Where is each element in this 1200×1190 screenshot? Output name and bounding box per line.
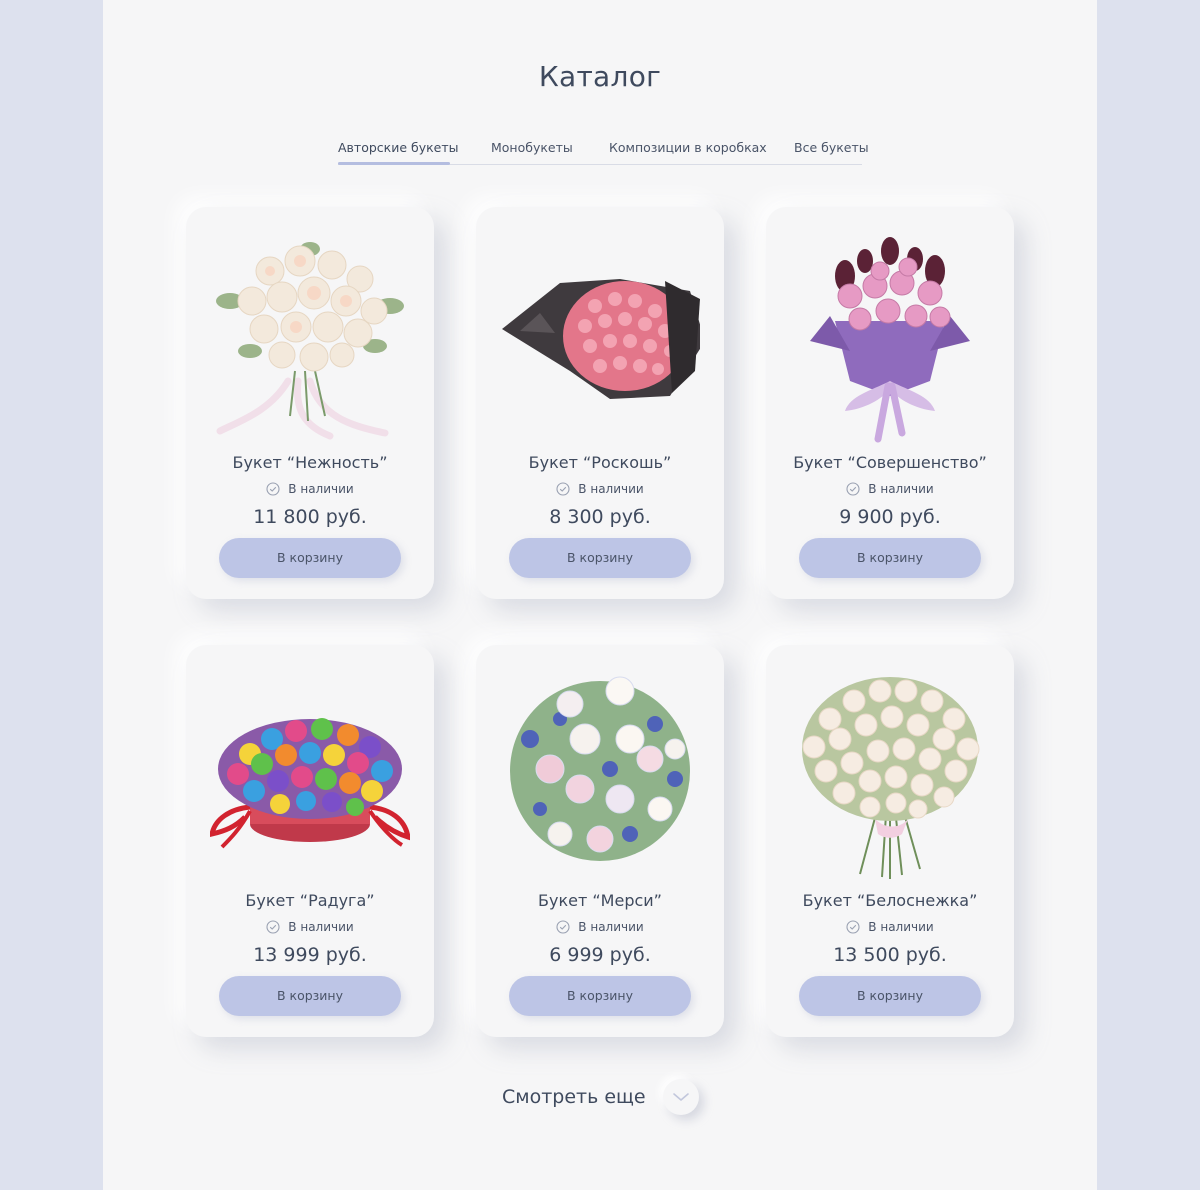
tab-author-bouquets[interactable]: Авторские букеты	[338, 140, 459, 155]
stock-status: В наличии	[766, 920, 1014, 934]
product-price: 11 800 руб.	[253, 506, 367, 528]
product-price: 13 999 руб.	[253, 944, 367, 966]
tab-all-bouquets[interactable]: Все букеты	[794, 140, 869, 155]
product-card: Букет “Радуга” В наличии 13 999 руб. В к…	[186, 645, 434, 1037]
show-more-button[interactable]	[663, 1079, 699, 1115]
bouquet-image-raduga	[210, 718, 410, 849]
page-title: Каталог	[538, 60, 662, 93]
product-card: Букет “Мерси” В наличии 6 999 руб. В кор…	[476, 645, 724, 1037]
stock-status: В наличии	[186, 920, 434, 934]
stock-label: В наличии	[578, 482, 644, 496]
stock-label: В наличии	[578, 920, 644, 934]
category-tabs: Авторские букеты Монобукеты Композиции в…	[338, 140, 869, 165]
product-name: Букет “Совершенство”	[793, 453, 987, 472]
product-card: Букет “Роскошь” В наличии 8 300 руб. В к…	[476, 207, 724, 599]
stock-label: В наличии	[868, 920, 934, 934]
stock-status: В наличии	[476, 482, 724, 496]
stock-label: В наличии	[868, 482, 934, 496]
bouquet-image-belosnezhka	[802, 677, 980, 879]
tab-box-compositions[interactable]: Композиции в коробках	[609, 140, 767, 155]
product-card: Букет “Нежность” В наличии 11 800 руб. В…	[186, 207, 434, 599]
check-circle-icon	[266, 482, 280, 496]
product-price: 13 500 руб.	[833, 944, 947, 966]
bouquet-image-roskosh	[502, 279, 700, 399]
product-price: 6 999 руб.	[549, 944, 651, 966]
chevron-down-icon	[673, 1093, 689, 1101]
active-tab-indicator	[338, 162, 450, 165]
show-more-link[interactable]: Смотреть еще	[502, 1086, 646, 1108]
add-to-cart-button[interactable]: В корзину	[509, 538, 691, 578]
product-price: 9 900 руб.	[839, 506, 941, 528]
check-circle-icon	[556, 920, 570, 934]
check-circle-icon	[266, 920, 280, 934]
product-name: Букет “Нежность”	[232, 453, 388, 472]
bouquet-image-mersi	[510, 676, 690, 861]
stock-label: В наличии	[288, 920, 354, 934]
add-to-cart-button[interactable]: В корзину	[219, 976, 401, 1016]
product-name: Букет “Радуга”	[245, 891, 375, 910]
product-card: Букет “Совершенство” В наличии 9 900 руб…	[766, 207, 1014, 599]
add-to-cart-button[interactable]: В корзину	[799, 976, 981, 1016]
check-circle-icon	[556, 482, 570, 496]
stock-status: В наличии	[186, 482, 434, 496]
product-price: 8 300 руб.	[549, 506, 651, 528]
stock-status: В наличии	[766, 482, 1014, 496]
add-to-cart-button[interactable]: В корзину	[219, 538, 401, 578]
bouquet-image-nezhnost	[216, 242, 404, 440]
check-circle-icon	[846, 920, 860, 934]
product-card: Букет “Белоснежка” В наличии 13 500 руб.…	[766, 645, 1014, 1037]
stock-status: В наличии	[476, 920, 724, 934]
stock-label: В наличии	[288, 482, 354, 496]
product-name: Букет “Белоснежка”	[802, 891, 978, 910]
add-to-cart-button[interactable]: В корзину	[509, 976, 691, 1016]
tab-mono-bouquets[interactable]: Монобукеты	[491, 140, 573, 155]
product-name: Букет “Мерси”	[538, 891, 662, 910]
add-to-cart-button[interactable]: В корзину	[799, 538, 981, 578]
bouquet-image-sovershenstvo	[810, 237, 970, 443]
product-name: Букет “Роскошь”	[528, 453, 672, 472]
check-circle-icon	[846, 482, 860, 496]
catalog-page: Каталог Авторские букеты Монобукеты Комп…	[103, 0, 1097, 1190]
